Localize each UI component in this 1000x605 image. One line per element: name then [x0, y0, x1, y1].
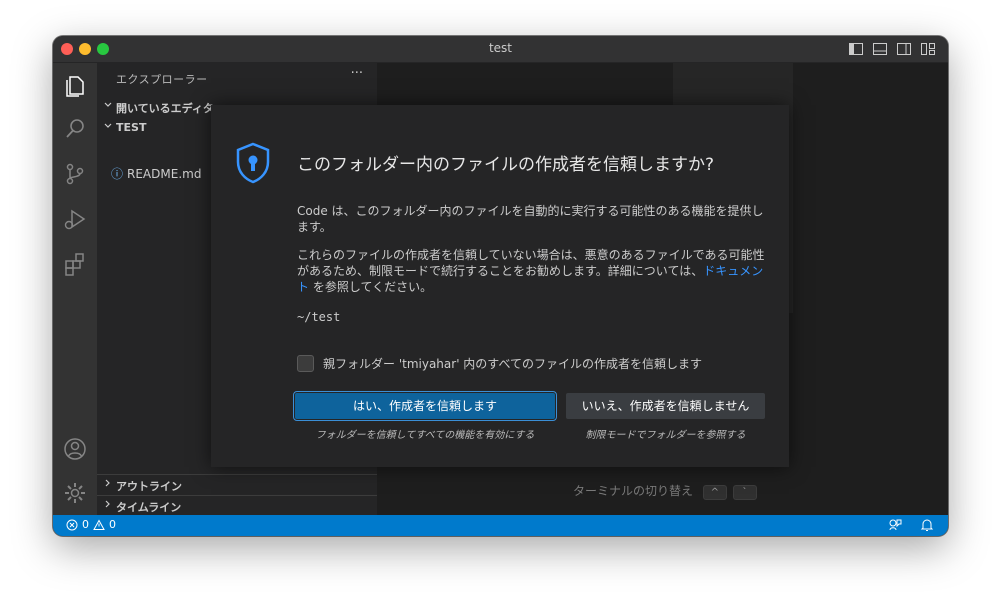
- open-editors-label: 開いているエディター: [116, 102, 225, 115]
- source-control-icon[interactable]: [61, 160, 89, 188]
- dialog-paragraph-2: これらのファイルの作成者を信頼していない場合は、悪意のあるファイルである可能性が…: [297, 247, 773, 295]
- settings-gear-icon[interactable]: [61, 479, 89, 507]
- workspace-trust-dialog: このフォルダー内のファイルの作成者を信頼しますか? Code は、このフォルダー…: [211, 105, 789, 467]
- timeline-section[interactable]: タイムライン: [97, 495, 377, 516]
- terminal-toggle-hint: ターミナルの切り替え ^ `: [573, 482, 757, 500]
- info-icon: ⓘ: [111, 167, 124, 181]
- toggle-secondary-sidebar-icon[interactable]: [896, 41, 912, 57]
- error-count: 0: [82, 518, 89, 531]
- toggle-panel-icon[interactable]: [872, 41, 888, 57]
- dialog-paragraph-1: Code は、このフォルダー内のファイルを自動的に実行する可能性のある機能を提供…: [297, 204, 764, 234]
- chevron-down-icon: [104, 102, 112, 107]
- customize-layout-icon[interactable]: [920, 41, 936, 57]
- chevron-right-icon: [105, 500, 110, 508]
- toggle-sidebar-icon[interactable]: [848, 41, 864, 57]
- file-item[interactable]: ⓘ README.md: [111, 165, 201, 182]
- status-bar: 0 0: [53, 515, 948, 536]
- chevron-down-icon: [104, 123, 112, 128]
- error-icon: [66, 519, 78, 530]
- dialog-paragraph-2-tail: を参照してください。: [309, 280, 433, 294]
- window-title: test: [488, 41, 513, 55]
- warning-count: 0: [109, 518, 116, 531]
- trust-parent-checkbox-row[interactable]: 親フォルダー 'tmiyahar' 内のすべてのファイルの作成者を信頼します: [297, 355, 702, 372]
- extensions-icon[interactable]: [61, 250, 89, 278]
- folder-label: TEST: [116, 121, 147, 134]
- dialog-title: このフォルダー内のファイルの作成者を信頼しますか?: [297, 155, 715, 175]
- more-actions-icon[interactable]: ···: [351, 66, 363, 81]
- outline-label: アウトライン: [116, 480, 182, 493]
- activity-bar: [53, 63, 97, 515]
- dont-trust-button[interactable]: いいえ、作成者を信頼しません: [566, 393, 765, 419]
- dialog-body: Code は、このフォルダー内のファイルを自動的に実行する可能性のある機能を提供…: [297, 203, 773, 325]
- timeline-label: タイムライン: [116, 501, 182, 514]
- trust-authors-button[interactable]: はい、作成者を信頼します: [293, 391, 557, 421]
- trust-parent-checkbox[interactable]: [297, 355, 314, 372]
- keybinding-ctrl: ^: [702, 485, 727, 500]
- trust-parent-label: 親フォルダー 'tmiyahar' 内のすべてのファイルの作成者を信頼します: [323, 357, 702, 371]
- sidebar-title: エクスプローラー: [116, 73, 208, 86]
- keybinding-backtick: `: [732, 485, 757, 500]
- run-debug-icon[interactable]: [61, 205, 89, 233]
- terminal-hint-label: ターミナルの切り替え: [573, 484, 694, 498]
- outline-section[interactable]: アウトライン: [97, 474, 377, 495]
- notifications-bell-icon[interactable]: [920, 518, 934, 532]
- search-icon[interactable]: [61, 115, 89, 143]
- trust-button-description: フォルダーを信頼してすべての機能を有効にする: [315, 430, 535, 441]
- accounts-icon[interactable]: [61, 435, 89, 463]
- shield-icon: [236, 142, 270, 184]
- dialog-paragraph-2-text: これらのファイルの作成者を信頼していない場合は、悪意のあるファイルである可能性が…: [297, 248, 765, 278]
- chevron-right-icon: [105, 479, 110, 487]
- dont-trust-button-description: 制限モードでフォルダーを参照する: [585, 430, 746, 441]
- warning-icon: [93, 518, 105, 530]
- folder-path: ~/test: [297, 310, 341, 324]
- explorer-icon[interactable]: [61, 71, 89, 99]
- title-bar: test: [53, 36, 948, 63]
- vscode-window: test エクスプローラー ··· 開いているエディター TEST ⓘ READ…: [53, 36, 948, 536]
- feedback-icon[interactable]: [888, 518, 902, 532]
- file-name: README.md: [127, 167, 202, 181]
- problems-indicator[interactable]: 0 0: [66, 518, 116, 531]
